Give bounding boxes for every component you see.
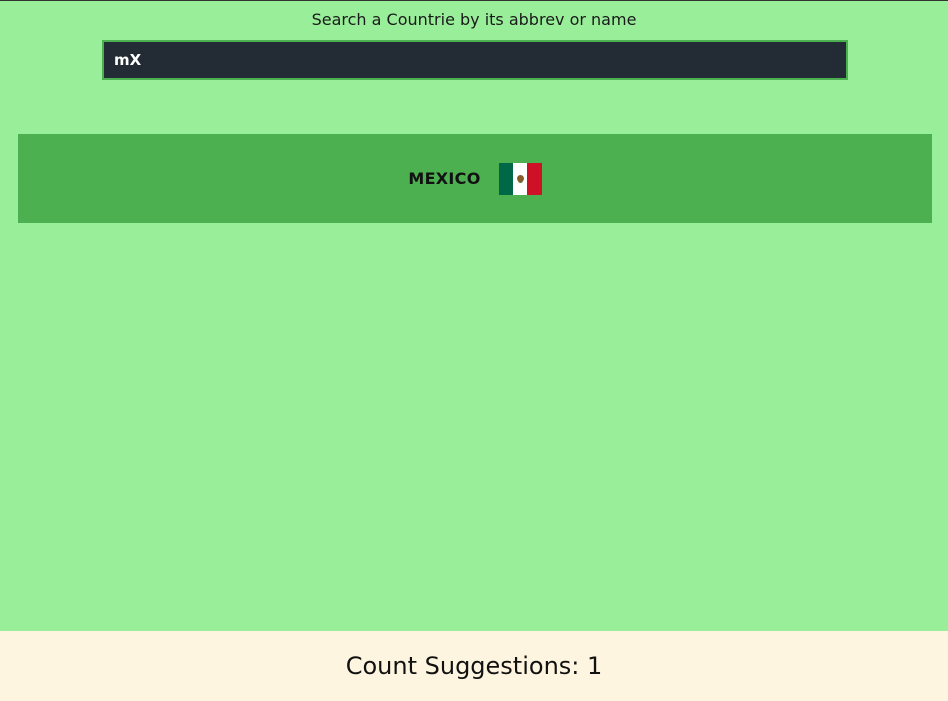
mexico-flag-icon [498,162,542,195]
search-label: Search a Countrie by its abbrev or name [311,10,637,29]
flag-emblem [516,175,524,182]
search-input[interactable] [102,40,848,80]
country-name: MEXICO [408,169,481,188]
suggestion-item-mexico[interactable]: MEXICO [18,134,932,223]
suggestion-count-footer: Count Suggestions: 1 [0,631,948,701]
suggestion-list: MEXICO [18,134,932,223]
flag-band-center [512,162,528,195]
suggestion-count: Count Suggestions: 1 [345,652,603,680]
flag-band-right [527,162,542,195]
top-border [0,0,948,1]
flag-band-left [498,162,513,195]
